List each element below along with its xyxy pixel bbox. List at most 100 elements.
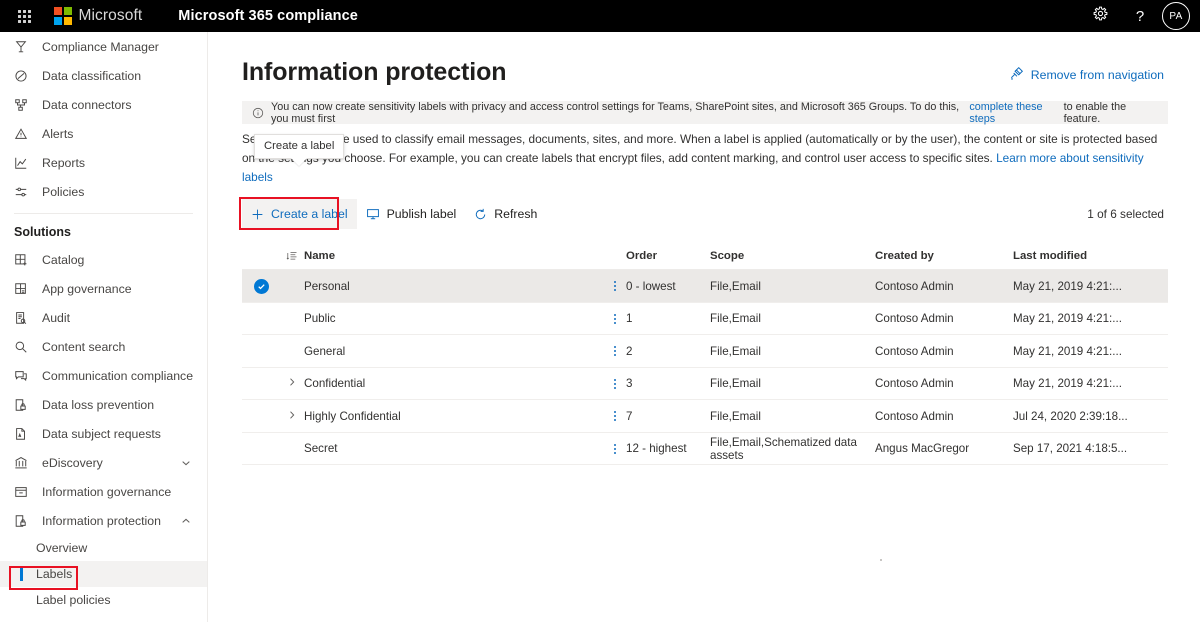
publish-label-button[interactable]: Publish label <box>357 199 466 229</box>
remove-from-navigation-button[interactable]: Remove from navigation <box>1009 66 1164 84</box>
table-row[interactable]: General 2 File,Email Contoso Admin May 2… <box>242 335 1168 368</box>
ediscovery-icon <box>14 455 34 471</box>
sidebar-item-label: Audit <box>42 311 70 325</box>
kebab-menu-icon <box>614 377 616 391</box>
avatar[interactable]: PA <box>1162 2 1190 30</box>
chevron-right-icon <box>287 377 297 390</box>
table-row[interactable]: Highly Confidential 7 File,Email Contoso… <box>242 400 1168 433</box>
sidebar-item-compliance-manager[interactable]: Compliance Manager <box>0 32 207 61</box>
row-more-actions-button[interactable] <box>604 409 626 423</box>
sidebar-item-label-policies[interactable]: Label policies <box>0 587 207 613</box>
row-expand-toggle[interactable] <box>280 377 304 390</box>
table-row[interactable]: Personal 0 - lowest File,Email Contoso A… <box>242 270 1168 303</box>
chevron-right-icon <box>287 410 297 423</box>
catalog-icon <box>14 252 34 268</box>
labels-table: Name Order Scope Created by Last modifie… <box>242 243 1168 465</box>
row-created-by: Contoso Admin <box>875 312 1013 325</box>
scroll-indicator-dot <box>880 559 882 561</box>
column-header-created-by[interactable]: Created by <box>875 250 1013 262</box>
sidebar-item-ediscovery[interactable]: eDiscovery <box>0 448 207 477</box>
publish-icon <box>366 207 380 221</box>
sidebar-item-content-search[interactable]: Content search <box>0 332 207 361</box>
sidebar-item-audit[interactable]: Audit <box>0 303 207 332</box>
row-more-actions-button[interactable] <box>604 279 626 293</box>
row-last-modified: May 21, 2019 4:21:... <box>1013 280 1173 293</box>
refresh-label: Refresh <box>494 207 537 221</box>
column-header-last-modified[interactable]: Last modified <box>1013 250 1173 262</box>
row-more-actions-button[interactable] <box>604 377 626 391</box>
row-scope: File,Email <box>710 312 875 325</box>
table-row[interactable]: Secret 12 - highest File,Email,Schematiz… <box>242 433 1168 466</box>
column-header-name[interactable]: Name <box>304 250 604 262</box>
information-protection-icon <box>14 513 34 529</box>
info-icon <box>252 107 264 119</box>
row-checkbox[interactable] <box>242 279 280 294</box>
row-created-by: Angus MacGregor <box>875 442 1013 455</box>
sidebar-item-reports[interactable]: Reports <box>0 148 207 177</box>
sidebar-item-label: Alerts <box>42 127 73 141</box>
sidebar-subitem-label: Overview <box>36 541 87 555</box>
sidebar-item-labels[interactable]: Labels <box>0 561 207 587</box>
sidebar-item-label: Information governance <box>42 485 171 499</box>
message-bar-text-after: to enable the feature. <box>1064 101 1158 125</box>
sidebar-item-policies[interactable]: Policies <box>0 177 207 206</box>
row-last-modified: Jul 24, 2020 2:39:18... <box>1013 410 1173 423</box>
microsoft-logo[interactable]: Microsoft <box>54 7 142 25</box>
row-more-actions-button[interactable] <box>604 344 626 358</box>
waffle-icon <box>18 10 31 23</box>
kebab-menu-icon <box>614 409 616 423</box>
row-scope: File,Email <box>710 345 875 358</box>
sidebar-divider <box>14 213 193 214</box>
search-icon <box>14 339 34 355</box>
table-header-row: Name Order Scope Created by Last modifie… <box>242 243 1168 270</box>
app-launcher-button[interactable] <box>0 0 48 32</box>
row-order: 0 - lowest <box>626 280 710 293</box>
sidebar-item-label: Data subject requests <box>42 427 161 441</box>
table-row[interactable]: Public 1 File,Email Contoso Admin May 21… <box>242 303 1168 336</box>
help-button[interactable]: ? <box>1120 0 1160 32</box>
chevron-down-icon[interactable] <box>181 458 191 468</box>
column-header-scope[interactable]: Scope <box>710 250 875 262</box>
sidebar-item-data-loss-prevention[interactable]: Data loss prevention <box>0 390 207 419</box>
app-governance-icon <box>14 281 34 297</box>
settings-button[interactable] <box>1080 0 1120 32</box>
table-row[interactable]: Confidential 3 File,Email Contoso Admin … <box>242 368 1168 401</box>
sidebar-item-information-protection[interactable]: Information protection <box>0 506 207 535</box>
sidebar-item-information-governance[interactable]: Information governance <box>0 477 207 506</box>
row-order: 12 - highest <box>626 442 710 455</box>
sidebar-item-app-governance[interactable]: App governance <box>0 274 207 303</box>
page-description: Sensitivity labels are used to classify … <box>242 130 1167 187</box>
chevron-up-icon[interactable] <box>181 516 191 526</box>
kebab-menu-icon <box>614 442 616 456</box>
refresh-button[interactable]: Refresh <box>465 199 546 229</box>
sidebar-item-data-subject-requests[interactable]: Data subject requests <box>0 419 207 448</box>
row-name: Personal <box>304 280 604 293</box>
gear-icon <box>1093 6 1108 26</box>
kebab-menu-icon <box>614 312 616 326</box>
column-header-order[interactable]: Order <box>626 250 710 262</box>
row-order: 7 <box>626 410 710 423</box>
create-a-label-button[interactable]: Create a label <box>242 199 357 229</box>
row-expand-toggle[interactable] <box>280 410 304 423</box>
sidebar-item-label: App governance <box>42 282 132 296</box>
row-last-modified: May 21, 2019 4:21:... <box>1013 312 1173 325</box>
row-more-actions-button[interactable] <box>604 312 626 326</box>
page-header: Information protection Remove from navig… <box>208 32 1200 85</box>
microsoft-logo-icon <box>54 7 72 25</box>
sidebar-item-label: Policies <box>42 185 84 199</box>
row-more-actions-button[interactable] <box>604 442 626 456</box>
sidebar-item-label: Reports <box>42 156 85 170</box>
sidebar-item-label: Communication compliance <box>42 369 193 383</box>
sidebar-item-label: Compliance Manager <box>42 40 159 54</box>
sidebar-item-communication-compliance[interactable]: Communication compliance <box>0 361 207 390</box>
sidebar-item-data-classification[interactable]: Data classification <box>0 61 207 90</box>
sidebar-item-catalog[interactable]: Catalog <box>0 245 207 274</box>
kebab-menu-icon <box>614 279 616 293</box>
row-name: Secret <box>304 442 604 455</box>
row-scope: File,Email <box>710 377 875 390</box>
sidebar-item-overview[interactable]: Overview <box>0 535 207 561</box>
sort-order-icon[interactable] <box>280 250 304 262</box>
sidebar-item-data-connectors[interactable]: Data connectors <box>0 90 207 119</box>
complete-these-steps-link[interactable]: complete these steps <box>969 101 1063 125</box>
sidebar-item-alerts[interactable]: Alerts <box>0 119 207 148</box>
